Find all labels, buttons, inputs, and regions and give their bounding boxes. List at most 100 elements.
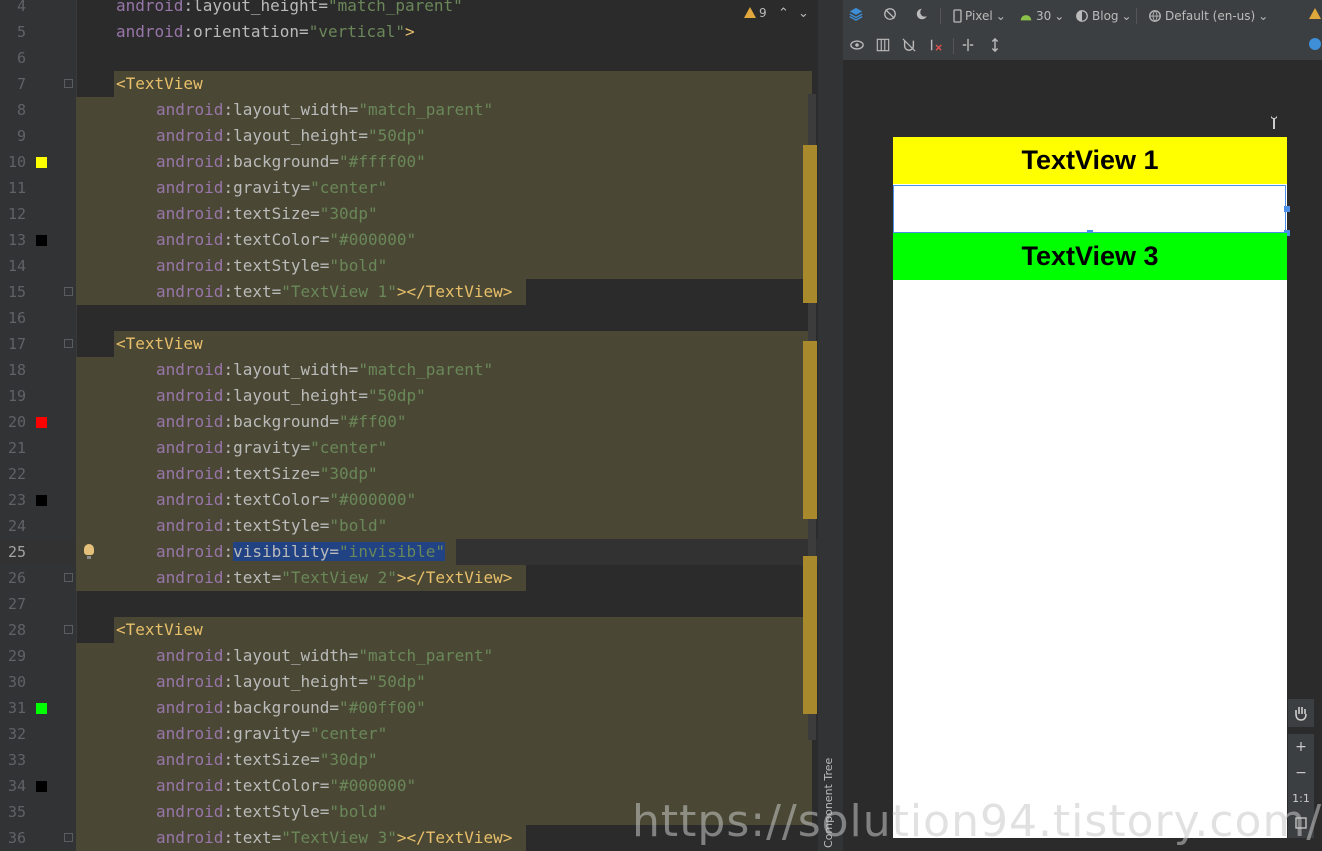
fold-marker-icon[interactable] xyxy=(64,573,73,582)
line-number: 11 xyxy=(7,179,26,197)
code-token: : xyxy=(223,672,234,691)
autoconnect-button[interactable] xyxy=(902,38,916,52)
fold-marker-icon[interactable] xyxy=(64,339,73,348)
issues-button[interactable] xyxy=(1309,8,1322,19)
fold-marker-icon[interactable] xyxy=(64,625,73,634)
code-line[interactable]: 25 android:visibility="invisible" xyxy=(0,539,818,565)
code-text: android:textSize="30dp" xyxy=(156,201,378,227)
code-line[interactable]: 7 <TextView xyxy=(0,71,818,97)
code-text: android:textSize="30dp" xyxy=(156,461,378,487)
pan-button[interactable] xyxy=(1288,699,1314,727)
code-line[interactable]: 11 android:gravity="center" xyxy=(0,175,818,201)
api-level-label: 30 xyxy=(1036,9,1052,23)
toolbar-separator xyxy=(953,38,954,54)
device-label: Pixel xyxy=(965,9,993,23)
code-line[interactable]: 13 android:textColor="#000000" xyxy=(0,227,818,253)
code-line[interactable]: 30 android:layout_height="50dp" xyxy=(0,669,818,695)
locale-selector[interactable]: Default (en-us) ⌄ xyxy=(1148,9,1268,23)
code-line[interactable]: 33 android:textSize="30dp" xyxy=(0,747,818,773)
code-line[interactable]: 8 android:layout_width="match_parent" xyxy=(0,97,818,123)
globe-icon xyxy=(1149,10,1161,22)
code-token: text xyxy=(233,828,272,847)
selection-handle[interactable] xyxy=(1284,206,1290,212)
help-button[interactable] xyxy=(1309,38,1321,50)
textview-3[interactable]: TextView 3 xyxy=(893,233,1287,280)
code-token: android xyxy=(156,802,224,821)
warning-icon xyxy=(1309,8,1321,19)
orientation-button[interactable] xyxy=(883,7,897,21)
code-line[interactable]: 4 android:layout_height="match_parent" xyxy=(0,0,818,19)
code-text: android:textColor="#000000" xyxy=(156,487,416,513)
code-text: <TextView xyxy=(116,617,203,643)
fold-marker-icon[interactable] xyxy=(64,833,73,842)
warning-indicator[interactable]: 9 xyxy=(744,6,767,20)
code-token: "30dp" xyxy=(319,464,378,483)
fold-marker-icon[interactable] xyxy=(64,79,73,88)
code-line[interactable]: 32 android:gravity="center" xyxy=(0,721,818,747)
zoom-in-button[interactable]: + xyxy=(1288,734,1314,760)
code-line[interactable]: 26 android:text="TextView 2"></TextView> xyxy=(0,565,818,591)
color-swatch-icon[interactable] xyxy=(36,157,47,168)
code-line[interactable]: 10 android:background="#ffff00" xyxy=(0,149,818,175)
code-line[interactable]: 18 android:layout_width="match_parent" xyxy=(0,357,818,383)
code-token: layout_height xyxy=(193,0,319,15)
api-level-selector[interactable]: 30 ⌄ xyxy=(1019,9,1064,23)
code-line[interactable]: 17 <TextView xyxy=(0,331,818,357)
code-line[interactable]: 6 xyxy=(0,45,818,71)
code-token: : xyxy=(223,126,234,145)
line-number: 35 xyxy=(7,803,26,821)
code-token: : xyxy=(223,100,234,119)
design-surface-button[interactable] xyxy=(849,7,863,21)
lightbulb-icon[interactable] xyxy=(84,544,94,559)
device-selector[interactable]: Pixel ⌄ xyxy=(953,9,1006,23)
pack-horizontal-button[interactable] xyxy=(961,38,975,52)
code-line[interactable]: 12 android:textSize="30dp" xyxy=(0,201,818,227)
code-line[interactable]: 24 android:textStyle="bold" xyxy=(0,513,818,539)
code-line[interactable]: 9 android:layout_height="50dp" xyxy=(0,123,818,149)
code-token: : xyxy=(223,152,234,171)
device-preview[interactable]: TextView 1 TextView 3 xyxy=(893,137,1290,838)
code-token: "50dp" xyxy=(367,126,426,145)
code-token: = xyxy=(319,516,330,535)
code-line[interactable]: 29 android:layout_width="match_parent" xyxy=(0,643,818,669)
code-line[interactable]: 15 android:text="TextView 1"></TextView> xyxy=(0,279,818,305)
code-line[interactable]: 16 xyxy=(0,305,818,331)
line-number: 12 xyxy=(7,205,26,223)
textview-1[interactable]: TextView 1 xyxy=(893,137,1287,184)
zoom-out-button[interactable]: − xyxy=(1288,760,1314,786)
code-line[interactable]: 5 android:orientation="vertical"> xyxy=(0,19,818,45)
view-options-button[interactable] xyxy=(850,38,864,52)
code-line[interactable]: 22 android:textSize="30dp" xyxy=(0,461,818,487)
code-token: : xyxy=(223,282,234,301)
xml-code-editor[interactable]: 4 android:layout_height="match_parent" 5 an… xyxy=(0,0,818,851)
code-token: = xyxy=(319,256,330,275)
textview-2-selection[interactable] xyxy=(893,185,1286,233)
code-line[interactable]: 28 <TextView xyxy=(0,617,818,643)
code-token: = xyxy=(348,360,359,379)
color-swatch-icon[interactable] xyxy=(36,781,47,792)
code-line[interactable]: 14 android:textStyle="bold" xyxy=(0,253,818,279)
code-line[interactable]: 27 xyxy=(0,591,818,617)
color-swatch-icon[interactable] xyxy=(36,235,47,246)
code-line[interactable]: 21 android:gravity="center" xyxy=(0,435,818,461)
code-text: android:textColor="#000000" xyxy=(156,773,416,799)
code-token: android xyxy=(156,438,224,457)
code-line[interactable]: 31 android:background="#00ff00" xyxy=(0,695,818,721)
code-line[interactable]: 20 android:background="#ff00" xyxy=(0,409,818,435)
previous-highlight-icon[interactable]: ⌃ xyxy=(778,6,789,21)
color-swatch-icon[interactable] xyxy=(36,495,47,506)
theme-selector[interactable]: Blog ⌄ xyxy=(1075,9,1132,23)
color-swatch-icon[interactable] xyxy=(36,417,47,428)
code-line[interactable]: 19 android:layout_height="50dp" xyxy=(0,383,818,409)
margins-button[interactable] xyxy=(876,38,890,52)
code-line[interactable]: 23 android:textColor="#000000" xyxy=(0,487,818,513)
clear-constraints-button[interactable] xyxy=(929,38,943,52)
toolbar-separator xyxy=(940,8,941,24)
pack-vertical-button[interactable] xyxy=(988,38,1002,52)
fold-marker-icon[interactable] xyxy=(64,287,73,296)
line-number: 28 xyxy=(7,621,26,639)
night-mode-button[interactable] xyxy=(915,7,929,21)
wrench-icon[interactable] xyxy=(1268,114,1280,130)
next-highlight-icon[interactable]: ⌄ xyxy=(798,6,809,21)
color-swatch-icon[interactable] xyxy=(36,703,47,714)
